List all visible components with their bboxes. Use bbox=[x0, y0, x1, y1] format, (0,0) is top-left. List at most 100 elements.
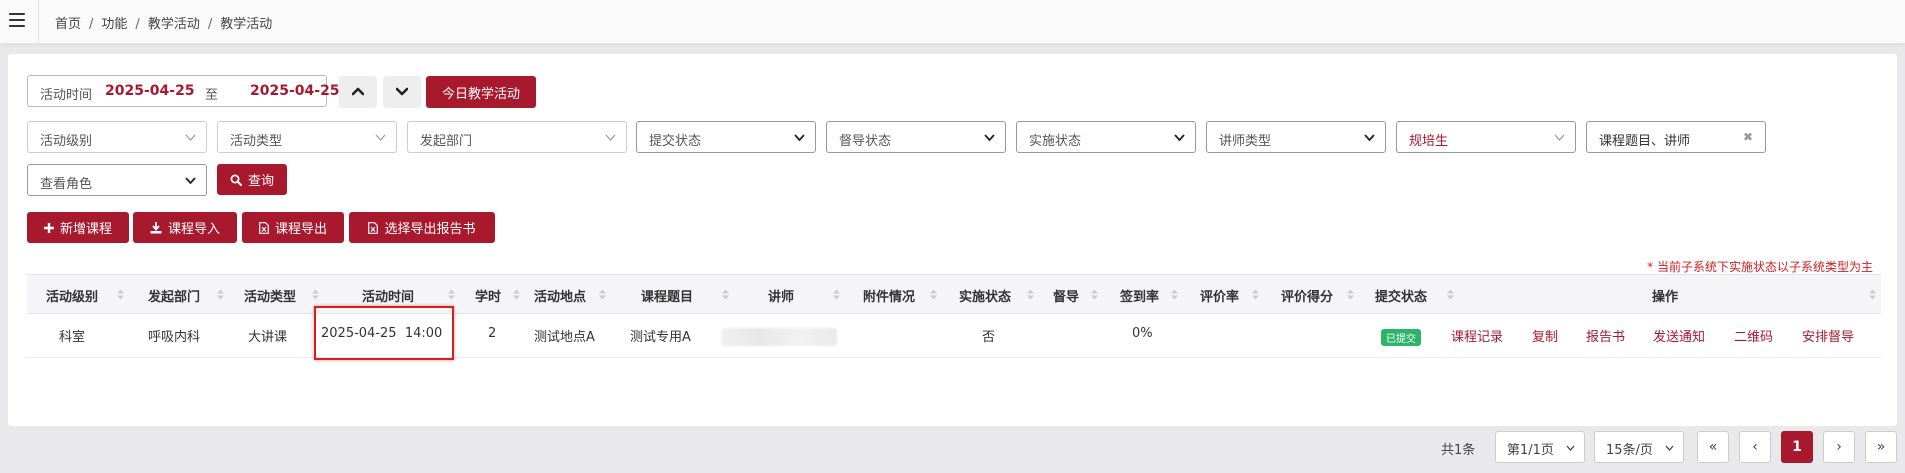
sort-icon[interactable] bbox=[722, 289, 729, 300]
search-icon bbox=[230, 174, 242, 186]
page-select[interactable]: 第1/1页 bbox=[1495, 431, 1585, 463]
supervise-status-select[interactable]: 督导状态 bbox=[826, 121, 1006, 153]
col-attachment[interactable]: 附件情况 bbox=[863, 286, 915, 305]
chevron-down-icon bbox=[1174, 134, 1185, 141]
col-submit-status[interactable]: 提交状态 bbox=[1375, 286, 1427, 305]
chevron-down-icon bbox=[794, 134, 805, 141]
sort-icon[interactable] bbox=[833, 289, 840, 300]
top-bar: 首页 / 功能 / 教学活动 / 教学活动 bbox=[0, 0, 1905, 44]
department-select[interactable]: 发起部门 bbox=[407, 121, 627, 153]
today-activity-button[interactable]: 今日教学活动 bbox=[426, 76, 536, 108]
col-topic[interactable]: 课程题目 bbox=[641, 286, 693, 305]
col-hours[interactable]: 学时 bbox=[475, 286, 501, 305]
submit-status-value: 提交状态 bbox=[649, 134, 702, 149]
col-signin-rate[interactable]: 签到率 bbox=[1120, 286, 1159, 305]
cell-department: 呼吸内科 bbox=[148, 330, 201, 345]
lecturer-redacted bbox=[721, 328, 837, 346]
query-button[interactable]: 查询 bbox=[217, 164, 287, 195]
col-rating-score[interactable]: 评价得分 bbox=[1281, 286, 1333, 305]
implementation-status-value: 实施状态 bbox=[1029, 134, 1082, 149]
cell-topic: 测试专用A bbox=[630, 330, 691, 345]
submit-status-select[interactable]: 提交状态 bbox=[636, 121, 816, 153]
view-role-value: 查看角色 bbox=[40, 177, 93, 192]
date-range-label: 活动时间 bbox=[40, 88, 93, 103]
keyword-input-value: 课程题目、讲师 bbox=[1599, 134, 1691, 149]
sort-icon[interactable] bbox=[448, 289, 455, 300]
col-department[interactable]: 发起部门 bbox=[148, 286, 200, 305]
previous-day-button[interactable] bbox=[339, 76, 377, 108]
export-report-button[interactable]: 选择导出报告书 bbox=[349, 212, 495, 243]
first-page-button[interactable]: « bbox=[1697, 431, 1729, 463]
action-copy[interactable]: 复制 bbox=[1532, 326, 1558, 345]
next-day-button[interactable] bbox=[383, 76, 421, 108]
sort-icon[interactable] bbox=[599, 289, 606, 300]
cell-type: 大讲课 bbox=[248, 330, 288, 345]
divider bbox=[38, 0, 39, 44]
query-button-label: 查询 bbox=[247, 174, 274, 189]
col-rating-rate[interactable]: 评价率 bbox=[1200, 286, 1239, 305]
sort-icon[interactable] bbox=[930, 289, 937, 300]
type-select[interactable]: 活动类型 bbox=[217, 121, 397, 153]
sort-icon[interactable] bbox=[1869, 289, 1876, 300]
sort-icon[interactable] bbox=[217, 289, 224, 300]
chevron-down-icon bbox=[1566, 445, 1575, 451]
chevron-down-icon bbox=[1554, 134, 1565, 141]
implementation-status-select[interactable]: 实施状态 bbox=[1016, 121, 1196, 153]
sort-icon[interactable] bbox=[1171, 289, 1178, 300]
breadcrumb-home[interactable]: 首页 bbox=[55, 17, 81, 32]
action-arrange-supervision[interactable]: 安排督导 bbox=[1802, 326, 1854, 345]
breadcrumb-current: 教学活动 bbox=[220, 17, 273, 32]
sort-icon[interactable] bbox=[312, 289, 319, 300]
menu-icon[interactable] bbox=[9, 13, 25, 27]
chevron-down-icon bbox=[396, 87, 408, 96]
page-size-value: 15条/页 bbox=[1606, 443, 1653, 458]
main-panel: 活动时间 2025-04-25 至 2025-04-25 今日教学活动 活动级别… bbox=[8, 54, 1897, 463]
plus-icon bbox=[43, 222, 54, 233]
cell-level: 科室 bbox=[59, 330, 86, 345]
next-page-button[interactable]: › bbox=[1823, 431, 1855, 463]
col-time[interactable]: 活动时间 bbox=[362, 286, 414, 305]
lecturer-type-select[interactable]: 讲师类型 bbox=[1206, 121, 1386, 153]
page-1-button[interactable]: 1 bbox=[1781, 431, 1813, 463]
action-report[interactable]: 报告书 bbox=[1586, 326, 1625, 345]
system-note: * 当前子系统下实施状态以子系统类型为主 bbox=[1647, 260, 1873, 274]
col-lecturer[interactable]: 讲师 bbox=[768, 286, 794, 305]
submit-status-badge: 已提交 bbox=[1381, 329, 1421, 346]
add-course-button[interactable]: 新增课程 bbox=[27, 212, 129, 243]
cell-impl-status: 否 bbox=[982, 330, 996, 345]
sort-icon[interactable] bbox=[1447, 289, 1454, 300]
import-course-button[interactable]: 课程导入 bbox=[133, 212, 237, 243]
breadcrumb-activity[interactable]: 教学活动 bbox=[148, 17, 200, 32]
col-place[interactable]: 活动地点 bbox=[534, 286, 586, 305]
breadcrumb-function[interactable]: 功能 bbox=[101, 17, 127, 32]
col-level[interactable]: 活动级别 bbox=[46, 286, 98, 305]
sort-icon[interactable] bbox=[1027, 289, 1034, 300]
action-course-record[interactable]: 课程记录 bbox=[1451, 326, 1503, 345]
col-impl-status[interactable]: 实施状态 bbox=[959, 286, 1011, 305]
view-role-select[interactable]: 查看角色 bbox=[27, 164, 207, 196]
keyword-input[interactable]: 课程题目、讲师 ✖ bbox=[1586, 121, 1766, 153]
prev-page-button[interactable]: ‹ bbox=[1739, 431, 1771, 463]
action-send-notice[interactable]: 发送通知 bbox=[1653, 326, 1705, 345]
cell-signin-rate: 0% bbox=[1132, 326, 1153, 341]
export-course-button[interactable]: 课程导出 bbox=[242, 212, 344, 243]
level-select[interactable]: 活动级别 bbox=[27, 121, 207, 153]
sort-icon[interactable] bbox=[1252, 289, 1259, 300]
col-supervise[interactable]: 督导 bbox=[1053, 286, 1079, 305]
sort-icon[interactable] bbox=[513, 289, 520, 300]
type-select-value: 活动类型 bbox=[230, 134, 283, 149]
last-page-button[interactable]: » bbox=[1865, 431, 1897, 463]
page-size-select[interactable]: 15条/页 bbox=[1594, 431, 1684, 463]
import-course-label: 课程导入 bbox=[167, 222, 220, 237]
trainee-select[interactable]: 规培生 bbox=[1396, 121, 1576, 153]
table-header: 活动级别 发起部门 活动类型 活动时间 学时 活动地点 课程题目 讲师 附件情况… bbox=[27, 274, 1881, 314]
sort-icon[interactable] bbox=[1091, 289, 1098, 300]
sort-icon[interactable] bbox=[117, 289, 124, 300]
action-qrcode[interactable]: 二维码 bbox=[1734, 326, 1773, 345]
col-type[interactable]: 活动类型 bbox=[244, 286, 296, 305]
sort-icon[interactable] bbox=[1347, 289, 1354, 300]
breadcrumb: 首页 / 功能 / 教学活动 / 教学活动 bbox=[55, 17, 273, 32]
clear-icon[interactable]: ✖ bbox=[1743, 130, 1753, 144]
date-range-input[interactable]: 活动时间 2025-04-25 至 2025-04-25 bbox=[27, 75, 340, 107]
page-select-value: 第1/1页 bbox=[1507, 443, 1554, 458]
